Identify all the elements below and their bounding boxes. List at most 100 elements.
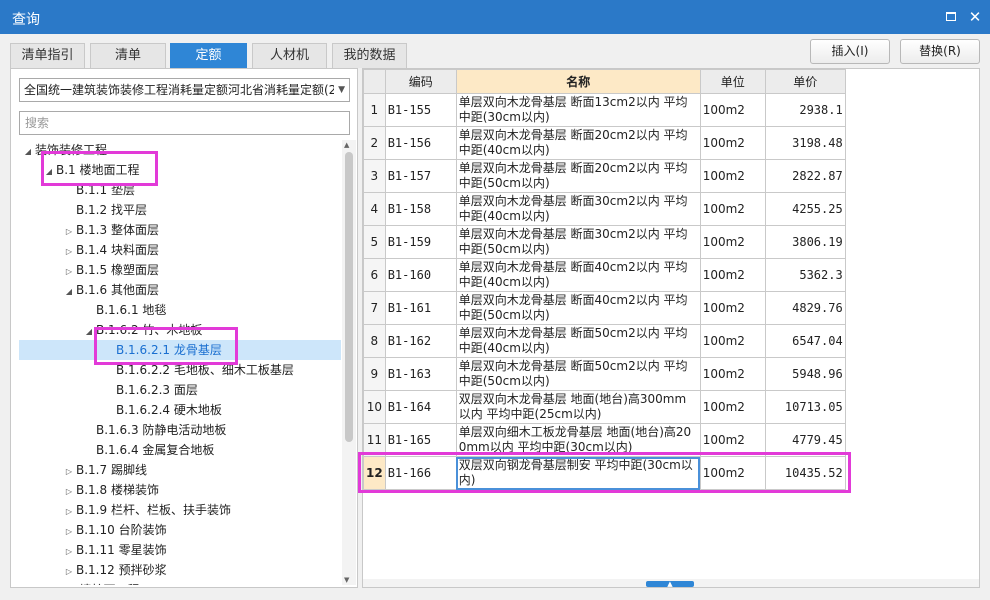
name-cell[interactable]: 单层双向木龙骨基层 断面40cm2以内 平均中距(50cm以内): [455, 291, 701, 325]
table-row[interactable]: 5 B1-159 单层双向木龙骨基层 断面30cm2以内 平均中距(50cm以内) 1…: [363, 225, 846, 259]
tree-node[interactable]: ▷ B.1.7 踢脚线: [62, 460, 147, 480]
name-cell[interactable]: 单层双向木龙骨基层 断面50cm2以内 平均中距(50cm以内): [455, 357, 701, 391]
row-number[interactable]: 11: [363, 423, 386, 457]
tree-node[interactable]: ▷ B.1.4 块料面层: [62, 240, 159, 260]
tree-node[interactable]: ◢ B.1 楼地面工程: [42, 160, 140, 180]
collapse-icon[interactable]: ◢: [62, 282, 76, 302]
code-cell[interactable]: B1-162: [384, 324, 457, 358]
name-cell[interactable]: 单层双向木龙骨基层 断面13cm2以内 平均中距(30cm以内): [455, 93, 701, 127]
scroll-up-icon[interactable]: ▲: [344, 141, 349, 149]
code-cell[interactable]: B1-160: [384, 258, 457, 292]
tab-list[interactable]: 清单: [90, 43, 166, 68]
price-cell[interactable]: 10435.52: [764, 456, 846, 490]
close-icon[interactable]: ✕: [966, 8, 984, 26]
tree-node[interactable]: ▷ B.1.11 零星装饰: [62, 540, 167, 560]
unit-cell[interactable]: 100m2: [699, 423, 766, 457]
column-header-unit[interactable]: 单位: [699, 69, 766, 94]
row-number[interactable]: 1: [363, 93, 386, 127]
collapse-icon[interactable]: ◢: [42, 162, 56, 182]
unit-cell[interactable]: 100m2: [699, 456, 766, 490]
unit-cell[interactable]: 100m2: [699, 291, 766, 325]
row-number[interactable]: 10: [363, 390, 386, 424]
table-row[interactable]: 10 B1-164 双层双向木龙骨基层 地面(地台)高300mm以内 平均中距(25…: [363, 390, 846, 424]
code-cell[interactable]: B1-165: [384, 423, 457, 457]
code-cell[interactable]: B1-155: [384, 93, 457, 127]
tab-labor-material-machine[interactable]: 人材机: [252, 43, 327, 68]
tree-node[interactable]: ▷ B.1.5 橡塑面层: [62, 260, 159, 280]
unit-cell[interactable]: 100m2: [699, 258, 766, 292]
replace-button[interactable]: 替换(R): [900, 39, 980, 64]
collapse-icon[interactable]: ◢: [82, 322, 96, 342]
table-row[interactable]: 12 B1-166 双层双向钢龙骨基层制安 平均中距(30cm以内) 100m2 104…: [363, 456, 846, 490]
code-cell[interactable]: B1-163: [384, 357, 457, 391]
tree-node[interactable]: B.1.6.2.2 毛地板、细木工板基层: [102, 360, 294, 380]
tree-node[interactable]: ◢ 装饰装修工程: [21, 140, 107, 160]
expand-icon[interactable]: ▷: [62, 522, 76, 542]
row-number[interactable]: 12: [363, 456, 386, 490]
code-cell[interactable]: B1-156: [384, 126, 457, 160]
tree-node[interactable]: B.1.6.2.1 龙骨基层: [19, 340, 341, 360]
tree-node[interactable]: B.1.6.3 防静电活动地板: [82, 420, 226, 440]
table-row[interactable]: 8 B1-162 单层双向木龙骨基层 断面50cm2以内 平均中距(40cm以内) 1…: [363, 324, 846, 358]
tree-node[interactable]: ▷ B.1.12 预拌砂浆: [62, 560, 167, 580]
tab-list-guide[interactable]: 清单指引: [10, 43, 85, 68]
scroll-down-icon[interactable]: ▼: [344, 576, 349, 584]
price-cell[interactable]: 5948.96: [764, 357, 846, 391]
expand-icon[interactable]: ▷: [42, 582, 56, 585]
code-cell[interactable]: B1-158: [384, 192, 457, 226]
expand-icon[interactable]: ▷: [62, 542, 76, 562]
tree-node[interactable]: ▷ B.1.10 台阶装饰: [62, 520, 167, 540]
tree-node[interactable]: ◢ B.1.6.2 竹、木地板: [82, 320, 202, 340]
price-cell[interactable]: 6547.04: [764, 324, 846, 358]
price-cell[interactable]: 3198.48: [764, 126, 846, 160]
tree-node[interactable]: B.1.2 找平层: [62, 200, 147, 220]
table-row[interactable]: 3 B1-157 单层双向木龙骨基层 断面20cm2以内 平均中距(50cm以内) 1…: [363, 159, 846, 193]
price-cell[interactable]: 10713.05: [764, 390, 846, 424]
code-cell[interactable]: B1-164: [384, 390, 457, 424]
row-number[interactable]: 4: [363, 192, 386, 226]
expand-icon[interactable]: ▷: [62, 562, 76, 582]
tree-node[interactable]: ▷ B.1.8 楼梯装饰: [62, 480, 159, 500]
unit-cell[interactable]: 100m2: [699, 159, 766, 193]
code-cell[interactable]: B1-166: [384, 456, 457, 490]
row-number[interactable]: 7: [363, 291, 386, 325]
tree-node[interactable]: B.1.1 垫层: [62, 180, 135, 200]
expand-icon[interactable]: ▷: [62, 242, 76, 262]
tree-node[interactable]: ▷ B.1.9 栏杆、栏板、扶手装饰: [62, 500, 231, 520]
name-cell[interactable]: 单层双向木龙骨基层 断面40cm2以内 平均中距(40cm以内): [455, 258, 701, 292]
table-row[interactable]: 6 B1-160 单层双向木龙骨基层 断面40cm2以内 平均中距(40cm以内) 1…: [363, 258, 846, 292]
price-cell[interactable]: 4829.76: [764, 291, 846, 325]
name-cell[interactable]: 单层双向细木工板龙骨基层 地面(地台)高200mm以内 平均中距(30cm以内): [455, 423, 701, 457]
column-header-code[interactable]: 编码: [384, 69, 457, 94]
table-row[interactable]: 7 B1-161 单层双向木龙骨基层 断面40cm2以内 平均中距(50cm以内) 1…: [363, 291, 846, 325]
row-number[interactable]: 3: [363, 159, 386, 193]
row-number[interactable]: 5: [363, 225, 386, 259]
unit-cell[interactable]: 100m2: [699, 324, 766, 358]
table-horizontal-scrollbar[interactable]: ▲: [363, 579, 979, 587]
tree-node[interactable]: B.1.6.4 金属复合地板: [82, 440, 214, 460]
column-header-name[interactable]: 名称: [455, 69, 701, 94]
code-cell[interactable]: B1-159: [384, 225, 457, 259]
insert-button[interactable]: 插入(I): [810, 39, 890, 64]
scrollbar-grip[interactable]: ▲: [646, 581, 694, 587]
name-cell[interactable]: 单层双向木龙骨基层 断面50cm2以内 平均中距(40cm以内): [455, 324, 701, 358]
row-number[interactable]: 2: [363, 126, 386, 160]
code-cell[interactable]: B1-157: [384, 159, 457, 193]
tree-node[interactable]: B.1.6.2.4 硬木地板: [102, 400, 222, 420]
expand-icon[interactable]: ▷: [62, 222, 76, 242]
tree-scrollbar[interactable]: ▲ ▼: [342, 140, 356, 585]
expand-icon[interactable]: ▷: [62, 502, 76, 522]
tab-my-data[interactable]: 我的数据: [332, 43, 407, 68]
unit-cell[interactable]: 100m2: [699, 192, 766, 226]
price-cell[interactable]: 4255.25: [764, 192, 846, 226]
search-input[interactable]: [19, 111, 350, 135]
unit-cell[interactable]: 100m2: [699, 357, 766, 391]
price-cell[interactable]: 4779.45: [764, 423, 846, 457]
tree-node[interactable]: ◢ B.1.6 其他面层: [62, 280, 159, 300]
unit-cell[interactable]: 100m2: [699, 93, 766, 127]
table-row[interactable]: 11 B1-165 单层双向细木工板龙骨基层 地面(地台)高200mm以内 平均中距…: [363, 423, 846, 457]
table-row[interactable]: 9 B1-163 单层双向木龙骨基层 断面50cm2以内 平均中距(50cm以内) 1…: [363, 357, 846, 391]
quota-library-select[interactable]: 全国统一建筑装饰装修工程消耗量定额河北省消耗量定额(2012) ▼: [19, 78, 350, 102]
expand-icon[interactable]: ▷: [62, 462, 76, 482]
collapse-icon[interactable]: ◢: [21, 142, 35, 162]
